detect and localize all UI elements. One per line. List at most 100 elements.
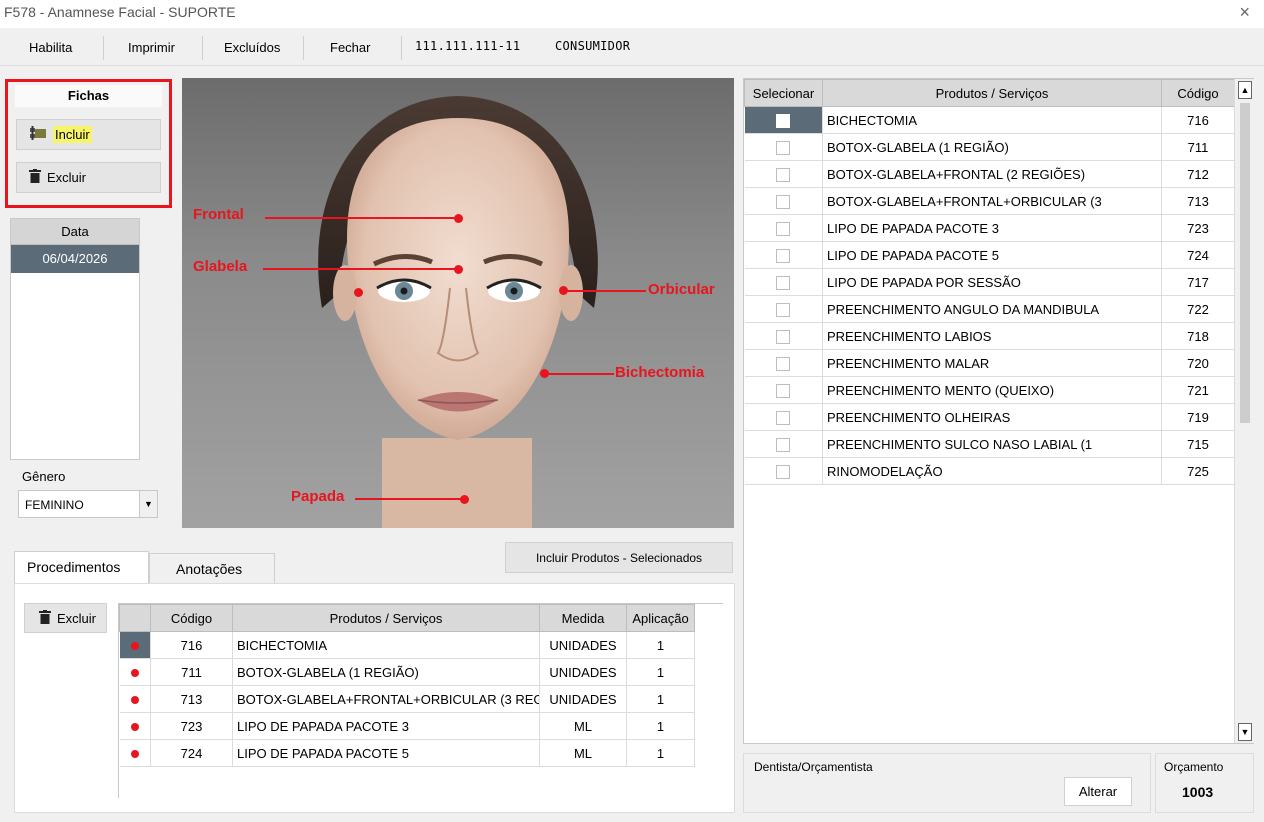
select-checkbox[interactable] bbox=[776, 410, 791, 425]
table-row[interactable]: 711 BOTOX-GLABELA (1 REGIÃO) UNIDADES 1 bbox=[119, 658, 695, 686]
select-checkbox[interactable] bbox=[776, 383, 791, 398]
selecionar-cell[interactable] bbox=[744, 376, 823, 404]
selecionar-cell[interactable] bbox=[744, 106, 823, 134]
codigo-cell: 711 bbox=[150, 658, 233, 686]
select-checkbox[interactable] bbox=[776, 113, 791, 128]
orcamento-group: Orçamento 1003 bbox=[1155, 753, 1254, 813]
aplicacao-cell[interactable]: 1 bbox=[626, 658, 695, 686]
select-checkbox[interactable] bbox=[776, 356, 791, 371]
row-indicator[interactable] bbox=[119, 685, 151, 713]
selecionar-cell[interactable] bbox=[744, 214, 823, 242]
table-row[interactable]: 723 LIPO DE PAPADA PACOTE 3 ML 1 bbox=[119, 712, 695, 740]
table-row[interactable]: LIPO DE PAPADA PACOTE 5 724 bbox=[744, 241, 1235, 269]
table-row[interactable]: 713 BOTOX-GLABELA+FRONTAL+ORBICULAR (3 RE… bbox=[119, 685, 695, 713]
excluir-ficha-button[interactable]: Excluir bbox=[16, 162, 161, 193]
table-row[interactable]: BOTOX-GLABELA (1 REGIÃO) 711 bbox=[744, 133, 1235, 161]
genero-value: FEMININO bbox=[25, 498, 84, 512]
selecionar-cell[interactable] bbox=[744, 295, 823, 323]
date-row[interactable]: 06/04/2026 bbox=[11, 245, 139, 273]
codigo-cell: 723 bbox=[150, 712, 233, 740]
scroll-thumb[interactable] bbox=[1240, 103, 1250, 423]
row-indicator[interactable] bbox=[119, 658, 151, 686]
column-header[interactable]: Medida bbox=[539, 604, 627, 632]
table-row[interactable]: PREENCHIMENTO LABIOS 718 bbox=[744, 322, 1235, 350]
selecionar-cell[interactable] bbox=[744, 268, 823, 296]
table-row[interactable]: PREENCHIMENTO MALAR 720 bbox=[744, 349, 1235, 377]
table-row[interactable]: PREENCHIMENTO OLHEIRAS 719 bbox=[744, 403, 1235, 431]
table-row[interactable]: PREENCHIMENTO ANGULO DA MANDIBULA 722 bbox=[744, 295, 1235, 323]
selecionar-cell[interactable] bbox=[744, 430, 823, 458]
window-title: F578 - Anamnese Facial - SUPORTE bbox=[4, 4, 236, 20]
excluidos-menu[interactable]: Excluídos bbox=[224, 40, 280, 55]
scroll-up-icon[interactable]: ▲ bbox=[1238, 81, 1252, 99]
table-row[interactable]: BICHECTOMIA 716 bbox=[744, 106, 1235, 134]
column-header[interactable]: Produtos / Serviços bbox=[822, 79, 1162, 107]
produto-cell: BICHECTOMIA bbox=[822, 106, 1162, 134]
table-row[interactable]: LIPO DE PAPADA POR SESSÃO 717 bbox=[744, 268, 1235, 296]
scroll-down-icon[interactable]: ▼ bbox=[1238, 723, 1252, 741]
selecionar-cell[interactable] bbox=[744, 133, 823, 161]
dentista-label: Dentista/Orçamentista bbox=[754, 760, 873, 774]
aplicacao-cell[interactable]: 1 bbox=[626, 631, 695, 659]
column-header[interactable]: Aplicação bbox=[626, 604, 695, 632]
select-checkbox[interactable] bbox=[776, 248, 791, 263]
table-row[interactable]: PREENCHIMENTO MENTO (QUEIXO) 721 bbox=[744, 376, 1235, 404]
select-checkbox[interactable] bbox=[776, 194, 791, 209]
bichectomia-label: Bichectomia bbox=[615, 364, 705, 381]
selecionar-cell[interactable] bbox=[744, 322, 823, 350]
select-checkbox[interactable] bbox=[776, 329, 791, 344]
select-checkbox[interactable] bbox=[776, 140, 791, 155]
habilita-menu[interactable]: Habilita bbox=[29, 40, 72, 55]
selecionar-cell[interactable] bbox=[744, 241, 823, 269]
table-row[interactable]: LIPO DE PAPADA PACOTE 3 723 bbox=[744, 214, 1235, 242]
tab-procedimentos[interactable]: Procedimentos bbox=[14, 551, 149, 583]
aplicacao-cell[interactable]: 1 bbox=[626, 685, 695, 713]
row-indicator[interactable] bbox=[119, 712, 151, 740]
table-row[interactable]: 716 BICHECTOMIA UNIDADES 1 bbox=[119, 631, 695, 659]
close-icon[interactable]: × bbox=[1239, 2, 1250, 23]
selecionar-cell[interactable] bbox=[744, 187, 823, 215]
selecionar-cell[interactable] bbox=[744, 457, 823, 485]
selecionar-cell[interactable] bbox=[744, 160, 823, 188]
incluir-ficha-button[interactable]: Incluir bbox=[16, 119, 161, 150]
column-header[interactable]: Selecionar bbox=[744, 79, 823, 107]
column-header[interactable]: Produtos / Serviços bbox=[232, 604, 540, 632]
table-row[interactable]: 724 LIPO DE PAPADA PACOTE 5 ML 1 bbox=[119, 739, 695, 767]
produto-cell: RINOMODELAÇÃO bbox=[822, 457, 1162, 485]
codigo-cell: 712 bbox=[1161, 160, 1235, 188]
select-checkbox[interactable] bbox=[776, 464, 791, 479]
tab-anotacoes[interactable]: Anotações bbox=[149, 553, 275, 583]
excluir-procedimento-button[interactable]: Excluir bbox=[24, 603, 107, 633]
selecionar-cell[interactable] bbox=[744, 349, 823, 377]
codigo-cell: 721 bbox=[1161, 376, 1235, 404]
produto-cell: PREENCHIMENTO MENTO (QUEIXO) bbox=[822, 376, 1162, 404]
orbicular-line bbox=[566, 290, 646, 292]
aplicacao-cell[interactable]: 1 bbox=[626, 712, 695, 740]
table-row[interactable]: PREENCHIMENTO SULCO NASO LABIAL (1 715 bbox=[744, 430, 1235, 458]
select-checkbox[interactable] bbox=[776, 302, 791, 317]
imprimir-menu[interactable]: Imprimir bbox=[128, 40, 175, 55]
table-row[interactable]: BOTOX-GLABELA+FRONTAL+ORBICULAR (3 713 bbox=[744, 187, 1235, 215]
incluir-selecionados-button[interactable]: Incluir Produtos - Selecionados bbox=[505, 542, 733, 573]
status-dot-icon bbox=[130, 749, 139, 758]
select-checkbox[interactable] bbox=[776, 275, 791, 290]
main-window: F578 - Anamnese Facial - SUPORTE × Habil… bbox=[0, 0, 1264, 822]
produto-cell: LIPO DE PAPADA PACOTE 5 bbox=[232, 739, 540, 767]
select-checkbox[interactable] bbox=[776, 221, 791, 236]
alterar-button[interactable]: Alterar bbox=[1064, 777, 1132, 806]
table-row[interactable]: RINOMODELAÇÃO 725 bbox=[744, 457, 1235, 485]
column-header[interactable]: Código bbox=[1161, 79, 1235, 107]
row-indicator[interactable] bbox=[119, 631, 151, 659]
table-row[interactable]: BOTOX-GLABELA+FRONTAL (2 REGIÕES) 712 bbox=[744, 160, 1235, 188]
selecionar-cell[interactable] bbox=[744, 403, 823, 431]
aplicacao-cell[interactable]: 1 bbox=[626, 739, 695, 767]
excluir-label: Excluir bbox=[47, 170, 87, 185]
produtos-scrollbar[interactable]: ▲ ▼ bbox=[1234, 79, 1254, 743]
fechar-menu[interactable]: Fechar bbox=[330, 40, 370, 55]
genero-select[interactable]: FEMININO ▼ bbox=[18, 490, 158, 518]
select-checkbox[interactable] bbox=[776, 437, 791, 452]
select-checkbox[interactable] bbox=[776, 167, 791, 182]
row-indicator[interactable] bbox=[119, 739, 151, 767]
column-header[interactable]: Código bbox=[150, 604, 233, 632]
chevron-down-icon[interactable]: ▼ bbox=[139, 491, 157, 517]
